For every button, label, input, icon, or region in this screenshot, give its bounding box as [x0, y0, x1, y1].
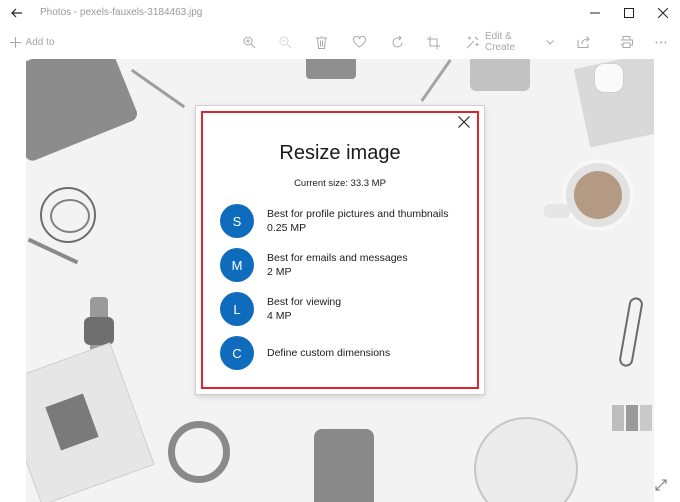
close-window-button[interactable] — [646, 0, 680, 25]
option-custom-badge: C — [220, 336, 254, 370]
option-custom-text: Define custom dimensions — [267, 346, 390, 360]
option-large-label: Best for viewing — [267, 296, 342, 308]
phone-photo-element — [314, 429, 374, 502]
option-medium-badge: M — [220, 248, 254, 282]
window-title: Photos - pexels-fauxels-3184463.jpg — [40, 7, 203, 18]
zoom-out-button[interactable] — [276, 25, 294, 59]
phone-photo-element — [306, 59, 356, 79]
print-button[interactable] — [617, 25, 635, 59]
back-arrow-icon — [11, 8, 23, 18]
option-custom-label: Define custom dimensions — [267, 347, 391, 359]
expand-arrows-icon — [655, 479, 667, 491]
more-dots-icon — [655, 41, 667, 44]
option-small-text: Best for profile pictures and thumbnails… — [267, 207, 449, 235]
resize-image-dialog: Resize image Current size: 33.3 MP S Bes… — [196, 106, 484, 394]
edit-create-label: Edit & Create — [485, 31, 516, 53]
earbuds-case-photo-element — [594, 63, 624, 93]
pencil-photo-element — [420, 59, 452, 102]
cable-photo-element — [50, 199, 90, 233]
option-medium-detail: 2 MP — [267, 266, 292, 278]
zoom-out-icon — [279, 36, 292, 49]
current-size-text: Current size: 33.3 MP — [294, 178, 386, 189]
option-small-detail: 0.25 MP — [267, 222, 307, 234]
minimize-button[interactable] — [578, 0, 612, 25]
close-icon — [458, 116, 470, 128]
zoom-in-icon — [243, 36, 256, 49]
watch-face-photo-element — [84, 317, 114, 345]
option-small-badge: S — [220, 204, 254, 238]
coffee-photo-element — [574, 171, 622, 219]
zoom-in-button[interactable] — [240, 25, 258, 59]
glasses-photo-element — [618, 296, 644, 368]
maximize-icon — [624, 7, 634, 18]
trash-icon — [315, 35, 327, 49]
printer-icon — [620, 36, 633, 48]
crop-icon — [426, 35, 440, 49]
option-medium[interactable]: M Best for emails and messages 2 MP — [220, 246, 470, 284]
edit-create-menu[interactable]: Edit & Create — [466, 25, 554, 59]
add-to-button[interactable]: Add to — [6, 25, 58, 59]
delete-button[interactable] — [312, 25, 330, 59]
edit-create-icon — [466, 36, 479, 49]
add-to-label: Add to — [25, 36, 55, 48]
share-icon — [577, 36, 590, 48]
tape-photo-element — [470, 59, 530, 91]
crop-button[interactable] — [424, 25, 442, 59]
title-bar: Photos - pexels-fauxels-3184463.jpg — [0, 0, 680, 25]
color-swatch-photo-element — [626, 405, 638, 431]
favorite-button[interactable] — [350, 25, 368, 59]
expand-button[interactable] — [650, 474, 672, 496]
option-medium-label: Best for emails and messages — [267, 252, 408, 264]
dialog-close-button[interactable] — [454, 112, 474, 132]
rotate-icon — [391, 35, 404, 49]
back-button[interactable] — [0, 0, 34, 25]
color-swatch-photo-element — [612, 405, 624, 431]
chevron-down-icon — [546, 39, 554, 45]
minimize-icon — [590, 8, 600, 18]
option-large-badge: L — [220, 292, 254, 326]
option-custom[interactable]: C Define custom dimensions — [220, 334, 470, 372]
tablet-photo-element — [26, 59, 140, 164]
toolbar: Add to Edit & Create — [0, 25, 680, 59]
tape-roll-photo-element — [168, 421, 230, 483]
close-icon — [658, 7, 668, 18]
pencil-photo-element — [130, 68, 186, 109]
cup-handle-photo-element — [544, 204, 570, 218]
color-swatch-photo-element — [640, 405, 652, 431]
option-small[interactable]: S Best for profile pictures and thumbnai… — [220, 202, 470, 240]
clip-jar-photo-element — [474, 417, 578, 502]
option-medium-text: Best for emails and messages 2 MP — [267, 251, 408, 279]
heart-icon — [352, 36, 366, 48]
dialog-title: Resize image — [279, 142, 401, 164]
option-large[interactable]: L Best for viewing 4 MP — [220, 290, 470, 328]
option-small-label: Best for profile pictures and thumbnails — [267, 208, 449, 220]
more-options-button[interactable] — [652, 25, 670, 59]
plus-icon — [9, 36, 21, 48]
rotate-button[interactable] — [388, 25, 406, 59]
share-button[interactable] — [574, 25, 592, 59]
option-large-detail: 4 MP — [267, 310, 292, 322]
maximize-button[interactable] — [612, 0, 646, 25]
option-large-text: Best for viewing 4 MP — [267, 295, 341, 323]
